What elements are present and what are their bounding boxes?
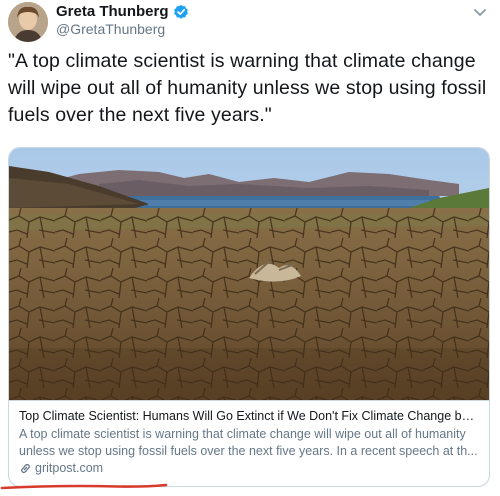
tweet-text: "A top climate scientist is warning that… xyxy=(8,50,487,126)
red-underline-annotation xyxy=(0,478,170,490)
card-domain[interactable]: gritpost.com xyxy=(35,461,103,475)
link-preview-card[interactable]: Top Climate Scientist: Humans Will Go Ex… xyxy=(8,147,490,487)
verified-badge-icon xyxy=(173,4,189,20)
author-name[interactable]: Greta Thunberg xyxy=(56,3,169,20)
card-title[interactable]: Top Climate Scientist: Humans Will Go Ex… xyxy=(19,408,479,425)
avatar[interactable] xyxy=(8,2,48,42)
link-icon xyxy=(19,462,32,475)
author-handle[interactable]: @GretaThunberg xyxy=(56,21,165,37)
card-image[interactable] xyxy=(9,148,489,400)
chevron-down-icon[interactable] xyxy=(470,2,490,22)
card-description: A top climate scientist is warning that … xyxy=(19,427,478,458)
